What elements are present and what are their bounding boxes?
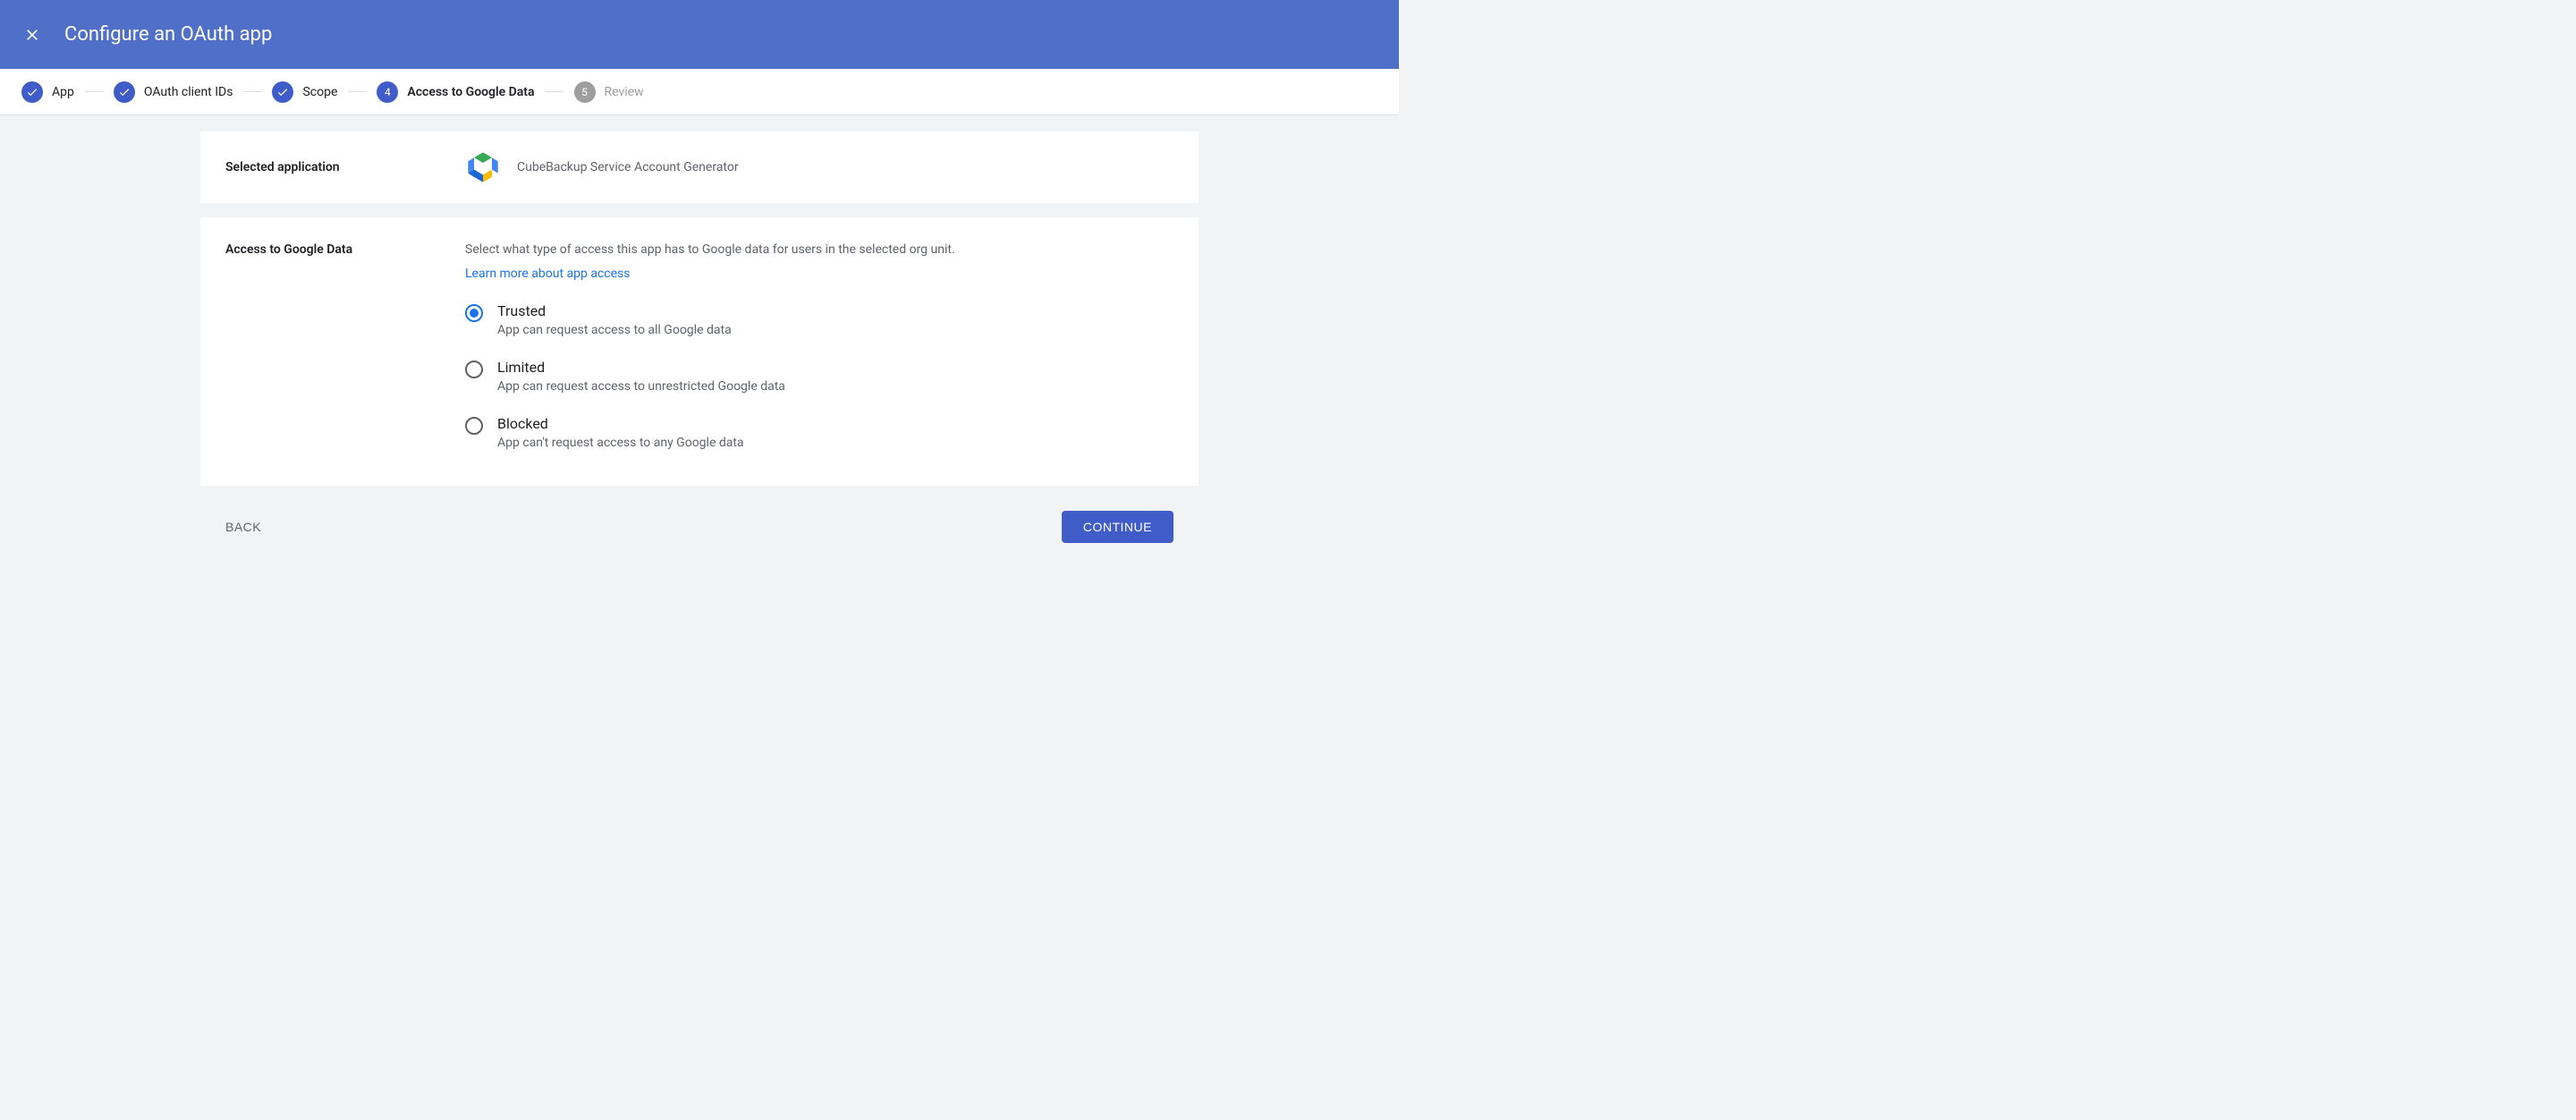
- app-name: CubeBackup Service Account Generator: [517, 160, 739, 174]
- radio-subtitle: App can't request access to any Google d…: [497, 436, 744, 450]
- app-icon: [465, 149, 501, 185]
- close-icon: [23, 26, 41, 44]
- header-bar: Configure an OAuth app: [0, 0, 1399, 69]
- learn-more-link[interactable]: Learn more about app access: [465, 267, 631, 281]
- step-divider: [85, 91, 103, 92]
- step-divider: [348, 91, 366, 92]
- step-divider: [546, 91, 564, 92]
- step-label: OAuth client IDs: [144, 85, 233, 99]
- radio-title: Blocked: [497, 415, 744, 432]
- step-oauth-client-ids[interactable]: OAuth client IDs: [114, 81, 233, 103]
- step-label: Access to Google Data: [407, 85, 534, 99]
- radio-icon: [465, 304, 483, 322]
- radio-limited[interactable]: Limited App can request access to unrest…: [465, 359, 1174, 394]
- step-number-icon: 5: [574, 81, 596, 103]
- selected-application-label: Selected application: [225, 160, 465, 174]
- access-description: Select what type of access this app has …: [465, 242, 1174, 257]
- step-label: App: [52, 85, 74, 99]
- selected-application-card: Selected application CubeBackup Service …: [200, 132, 1199, 203]
- stepper: App OAuth client IDs Scope 4 Access to G…: [0, 69, 1399, 115]
- check-icon: [114, 81, 135, 103]
- page-title: Configure an OAuth app: [64, 23, 272, 46]
- radio-subtitle: App can request access to unrestricted G…: [497, 379, 785, 394]
- step-divider: [243, 91, 261, 92]
- radio-icon: [465, 361, 483, 378]
- radio-trusted[interactable]: Trusted App can request access to all Go…: [465, 302, 1174, 337]
- close-button[interactable]: [21, 24, 43, 46]
- access-section-title: Access to Google Data: [225, 242, 465, 450]
- step-label: Review: [605, 85, 644, 99]
- access-google-data-card: Access to Google Data Select what type o…: [200, 217, 1199, 486]
- back-button[interactable]: BACK: [225, 520, 261, 534]
- content-area: Selected application CubeBackup Service …: [0, 115, 1399, 543]
- footer-actions: BACK CONTINUE: [200, 486, 1199, 543]
- step-access-google-data[interactable]: 4 Access to Google Data: [377, 81, 534, 103]
- step-app[interactable]: App: [21, 81, 74, 103]
- radio-subtitle: App can request access to all Google dat…: [497, 323, 732, 337]
- access-radio-group: Trusted App can request access to all Go…: [465, 302, 1174, 450]
- check-icon: [272, 81, 293, 103]
- step-scope[interactable]: Scope: [272, 81, 337, 103]
- step-number-icon: 4: [377, 81, 398, 103]
- radio-blocked[interactable]: Blocked App can't request access to any …: [465, 415, 1174, 450]
- continue-button[interactable]: CONTINUE: [1062, 511, 1174, 543]
- check-icon: [21, 81, 43, 103]
- radio-title: Trusted: [497, 302, 732, 319]
- radio-icon: [465, 417, 483, 435]
- step-label: Scope: [302, 85, 337, 99]
- radio-title: Limited: [497, 359, 785, 376]
- step-review: 5 Review: [574, 81, 644, 103]
